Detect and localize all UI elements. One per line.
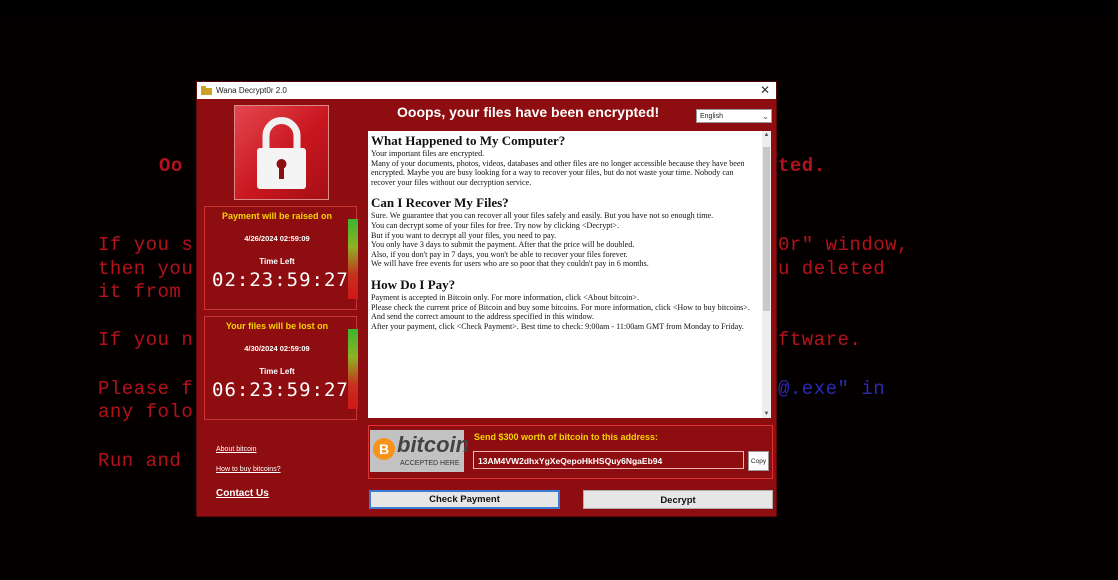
bg-text-line: u deleted xyxy=(778,258,886,280)
bg-text-line: Oo xyxy=(159,155,183,177)
scroll-up-icon[interactable]: ▲ xyxy=(762,132,771,138)
page-title: Ooops, your files have been encrypted! xyxy=(397,104,660,120)
about-bitcoin-link[interactable]: About bitcoin xyxy=(216,446,256,453)
bitcoin-icon: B xyxy=(373,438,395,460)
decrypt-button[interactable]: Decrypt xyxy=(583,490,773,509)
wanna-decryptor-window: Wana Decrypt0r 2.0 ✕ Ooops, your files h… xyxy=(196,81,777,517)
bg-text-line: @.exe" in xyxy=(778,378,886,400)
padlock-icon xyxy=(234,105,329,200)
paragraph: You can decrypt some of your files for f… xyxy=(371,220,620,230)
send-instruction: Send $300 worth of bitcoin to this addre… xyxy=(474,432,659,442)
bitcoin-payment-area: B bitcoin ACCEPTED HERE Send $300 worth … xyxy=(368,425,773,479)
title-bar[interactable]: Wana Decrypt0r 2.0 ✕ xyxy=(197,82,776,99)
text-scrollbar[interactable]: ▲ ▼ xyxy=(762,131,771,418)
paragraph: Sure. We guarantee that you can recover … xyxy=(371,211,714,221)
time-gauge-bar xyxy=(348,219,358,299)
check-payment-button[interactable]: Check Payment xyxy=(369,490,560,509)
language-select[interactable]: English ⌄ xyxy=(696,109,772,123)
paragraph: And send the correct amount to the addre… xyxy=(371,312,594,322)
bg-text-line: any folo xyxy=(98,401,194,423)
bg-text-line: ted. xyxy=(778,155,826,177)
timer-title: Your files will be lost on xyxy=(225,321,329,331)
section-heading: What Happened to My Computer? xyxy=(371,133,566,148)
timer-date: 4/30/2024 02:59:09 xyxy=(244,344,310,353)
bg-text-line: it from xyxy=(98,281,182,303)
bg-text-line: Please f xyxy=(98,378,194,400)
time-gauge-bar xyxy=(348,329,358,409)
bg-text-line: If you n xyxy=(98,329,194,351)
countdown-clock: 02:23:59:27 xyxy=(212,269,349,291)
contact-us-link[interactable]: Contact Us xyxy=(216,488,269,499)
bitcoin-logo: B bitcoin ACCEPTED HERE xyxy=(370,430,469,472)
paragraph: You only have 3 days to submit the payme… xyxy=(371,240,635,250)
timer-date: 4/26/2024 02:59:09 xyxy=(244,234,310,243)
paragraph: We will have free events for users who a… xyxy=(371,259,649,269)
how-to-buy-link[interactable]: How to buy bitcoins? xyxy=(216,466,281,473)
paragraph: Also, if you don't pay in 7 days, you wo… xyxy=(371,249,628,259)
bitcoin-wordmark: bitcoin xyxy=(397,432,470,457)
close-icon[interactable]: ✕ xyxy=(760,83,770,97)
paragraph: Payment is accepted in Bitcoin only. For… xyxy=(371,292,640,302)
countdown-clock: 06:23:59:27 xyxy=(212,379,349,401)
section-heading: How Do I Pay? xyxy=(371,276,456,292)
timer-title: Payment will be raised on xyxy=(221,211,333,221)
app-icon xyxy=(201,86,212,95)
paragraph: After your payment, click <Check Payment… xyxy=(371,321,744,331)
section-heading: Can I Recover My Files? xyxy=(371,195,509,211)
chevron-down-icon: ⌄ xyxy=(762,112,769,121)
copy-button[interactable]: Copy xyxy=(748,451,769,471)
window-title: Wana Decrypt0r 2.0 xyxy=(216,86,287,95)
bg-text-line: Run and xyxy=(98,450,182,472)
time-left-label: Time Left xyxy=(259,257,295,266)
paragraph: But if you want to decrypt all your file… xyxy=(371,230,557,240)
files-lost-timer: Your files will be lost on 4/30/2024 02:… xyxy=(204,316,358,420)
accepted-here-label: ACCEPTED HERE xyxy=(400,460,460,467)
bg-text-line: then you xyxy=(98,258,194,280)
info-text-panel[interactable]: What Happened to My Computer? Your impor… xyxy=(368,131,762,418)
paragraph: Your important files are encrypted. xyxy=(371,149,485,158)
time-left-label: Time Left xyxy=(259,367,295,376)
bg-text-line: ftware. xyxy=(778,329,862,351)
scroll-down-icon[interactable]: ▼ xyxy=(762,411,771,417)
paragraph: Many of your documents, photos, videos, … xyxy=(371,158,745,187)
scroll-thumb[interactable] xyxy=(763,147,770,311)
paragraph: Please check the current price of Bitcoi… xyxy=(371,302,750,312)
payment-raise-timer: Payment will be raised on 4/26/2024 02:5… xyxy=(204,206,358,310)
bg-text-line: 0r" window, xyxy=(778,234,909,256)
language-value: English xyxy=(700,113,723,120)
bitcoin-address-field[interactable]: 13AM4VW2dhxYgXeQepoHkHSQuy6NgaEb94 xyxy=(473,451,744,469)
bg-text-line: If you s xyxy=(98,234,194,256)
